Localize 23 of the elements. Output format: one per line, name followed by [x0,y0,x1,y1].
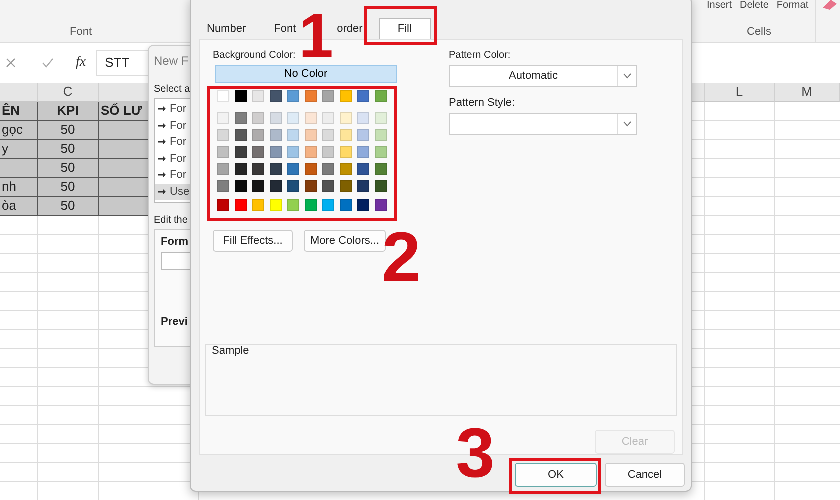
table-cell: 50 [38,178,99,197]
table-cell: KPI [38,102,99,121]
table-cell: nh [0,178,38,197]
table-cell: y [0,140,38,159]
table-cell: òa [0,197,38,216]
table-cell: 50 [38,159,99,178]
field-label: Previ [161,316,188,328]
group-label: Font [70,26,92,38]
field-label: Form [161,236,188,248]
table-cell: ÊN [0,102,38,121]
table-cell: gọc [0,121,38,140]
field-label: Pattern Color: [449,50,511,61]
field-label: Background Color: [213,50,296,61]
table-cell: 50 [38,197,99,216]
field-label: Select a [154,84,190,95]
step-number: 3 [456,424,495,482]
group-label: Sample [212,344,250,357]
group-label: Cells [747,26,772,38]
field-label: Edit the [154,215,188,226]
table-cell: 50 [38,121,99,140]
step-number: 1 [299,12,334,62]
field-label: Pattern Style: [449,97,516,109]
table-cell: 50 [38,140,99,159]
